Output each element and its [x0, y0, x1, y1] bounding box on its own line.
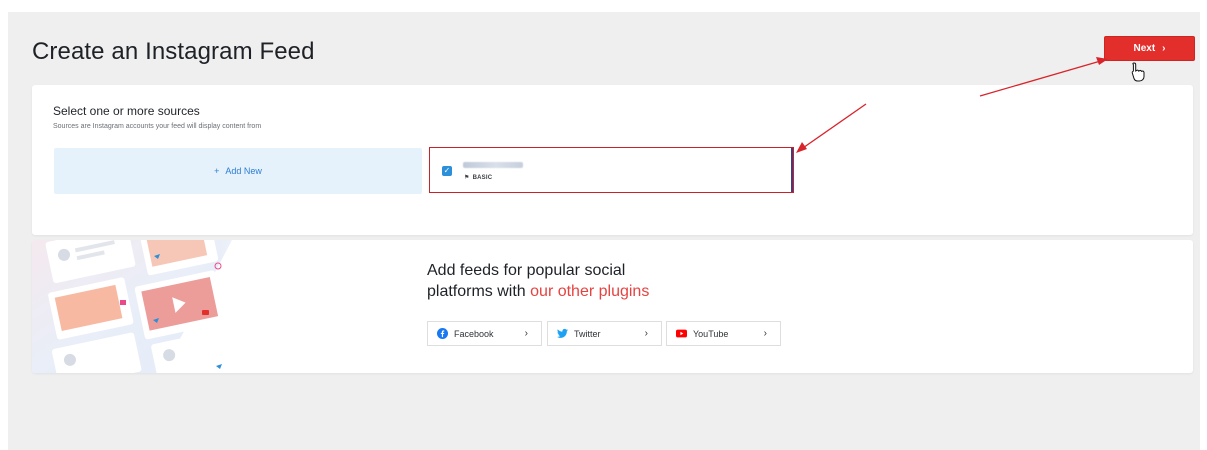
promo-heading-line2: platforms with our other plugins	[427, 281, 649, 302]
flag-icon: ⚑	[464, 175, 470, 181]
page-title: Create an Instagram Feed	[32, 38, 315, 65]
plus-icon: +	[214, 166, 220, 176]
facebook-icon	[437, 328, 448, 339]
chevron-right-icon: ›	[524, 328, 528, 339]
twitter-label: Twitter	[574, 328, 601, 339]
other-plugins-link[interactable]: our other plugins	[530, 283, 649, 300]
promo-illustration	[32, 240, 282, 373]
source-account-item[interactable]: ✓ ⚑ BASIC	[429, 147, 794, 193]
add-new-label: Add New	[225, 166, 262, 176]
sources-subtitle: Sources are Instagram accounts your feed…	[53, 123, 262, 130]
youtube-plugin-button[interactable]: YouTube ›	[666, 321, 781, 346]
youtube-icon	[676, 328, 687, 339]
checkmark-icon: ✓	[443, 166, 451, 175]
youtube-label: YouTube	[693, 328, 729, 339]
twitter-icon	[557, 328, 568, 339]
account-type-badge: ⚑ BASIC	[464, 174, 493, 182]
next-button-label: Next	[1133, 43, 1156, 54]
next-button[interactable]: Next ›	[1104, 36, 1195, 61]
chevron-right-icon: ›	[1162, 43, 1166, 54]
add-new-source-button[interactable]: + Add New	[54, 148, 422, 194]
twitter-plugin-button[interactable]: Twitter ›	[547, 321, 662, 346]
chevron-right-icon: ›	[644, 328, 648, 339]
facebook-label: Facebook	[454, 328, 494, 339]
account-type-label: BASIC	[472, 174, 493, 181]
promo-heading: Add feeds for popular social platforms w…	[427, 260, 649, 302]
account-name-redacted	[463, 162, 523, 168]
promo-heading-line1: Add feeds for popular social	[427, 262, 626, 279]
facebook-plugin-button[interactable]: Facebook ›	[427, 321, 542, 346]
sources-card: Select one or more sources Sources are I…	[32, 85, 1193, 235]
source-item-edge	[791, 148, 793, 192]
sources-title: Select one or more sources	[53, 104, 200, 118]
plugins-promo-card: Add feeds for popular social platforms w…	[32, 240, 1193, 373]
chevron-right-icon: ›	[763, 328, 767, 339]
source-checkbox[interactable]: ✓	[442, 166, 452, 176]
promo-heading-prefix: platforms with	[427, 283, 531, 300]
